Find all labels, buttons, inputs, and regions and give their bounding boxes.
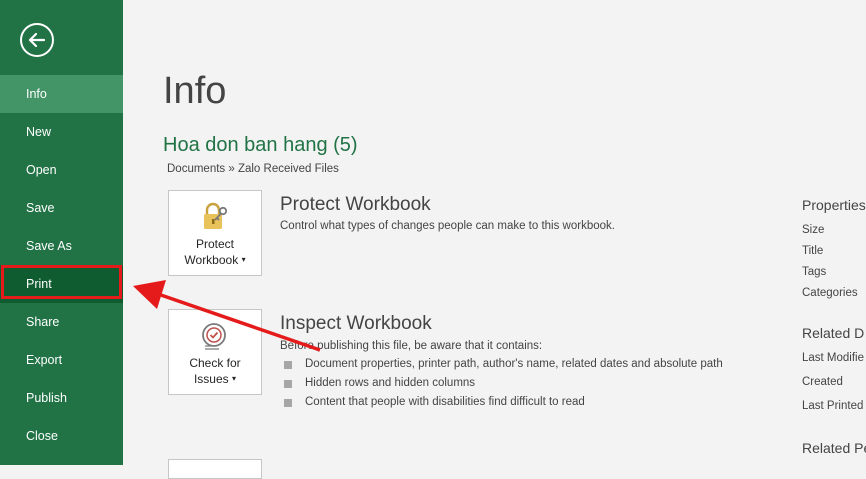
inspect-issues-list: Document properties, printer path, autho… xyxy=(284,357,724,414)
protect-workbook-title: Protect Workbook xyxy=(280,194,431,215)
next-action-button[interactable] xyxy=(168,459,262,479)
nav-item-save-as[interactable]: Save As xyxy=(0,227,123,265)
breadcrumb[interactable]: Documents » Zalo Received Files xyxy=(167,163,339,175)
inspect-document-icon xyxy=(199,320,231,352)
page-title: Info xyxy=(163,70,227,112)
list-item: Content that people with disabilities fi… xyxy=(284,395,724,410)
list-item: Hidden rows and hidden columns xyxy=(284,376,724,391)
backstage-sidebar: Info New Open Save Save As Print Share E… xyxy=(0,0,123,465)
protect-button-label-2: Workbook xyxy=(184,253,239,267)
bullet-square-icon xyxy=(284,399,292,407)
check-for-issues-button[interactable]: Check for Issues ▾ xyxy=(168,309,262,395)
related-date-created: Created xyxy=(802,376,843,388)
print-highlight-box xyxy=(1,265,122,299)
protect-workbook-description: Control what types of changes people can… xyxy=(280,220,615,232)
nav-item-open[interactable]: Open xyxy=(0,151,123,189)
bullet-square-icon xyxy=(284,361,292,369)
file-name: Hoa don ban hang (5) xyxy=(163,134,358,156)
lock-key-icon xyxy=(199,201,231,233)
properties-title: Properties xyxy=(802,197,866,213)
nav-item-close[interactable]: Close xyxy=(0,417,123,455)
chevron-down-icon: ▾ xyxy=(241,255,246,264)
nav-item-publish[interactable]: Publish xyxy=(0,379,123,417)
property-size: Size xyxy=(802,224,825,236)
inspect-workbook-title: Inspect Workbook xyxy=(280,313,432,334)
property-tags: Tags xyxy=(802,266,827,278)
inspect-workbook-description: Before publishing this file, be aware th… xyxy=(280,340,543,352)
related-date-printed: Last Printed xyxy=(802,400,864,412)
check-button-label-1: Check for xyxy=(189,356,241,370)
bullet-square-icon xyxy=(284,380,292,388)
back-arrow-icon[interactable] xyxy=(20,23,54,57)
nav-item-export[interactable]: Export xyxy=(0,341,123,379)
chevron-down-icon: ▾ xyxy=(232,374,237,383)
nav-item-new[interactable]: New xyxy=(0,113,123,151)
related-dates-title: Related D xyxy=(802,325,865,341)
check-button-label-2: Issues xyxy=(193,372,229,386)
list-item: Document properties, printer path, autho… xyxy=(284,357,724,372)
protect-button-label-1: Protect xyxy=(195,237,234,251)
property-title: Title xyxy=(802,245,824,257)
property-categories: Categories xyxy=(802,287,858,299)
nav-item-share[interactable]: Share xyxy=(0,303,123,341)
related-date-modified: Last Modifie xyxy=(802,352,865,364)
related-people-title: Related Pe xyxy=(802,440,866,456)
nav-item-info[interactable]: Info xyxy=(0,75,123,113)
nav-item-save[interactable]: Save xyxy=(0,189,123,227)
protect-workbook-button[interactable]: Protect Workbook ▾ xyxy=(168,190,262,276)
